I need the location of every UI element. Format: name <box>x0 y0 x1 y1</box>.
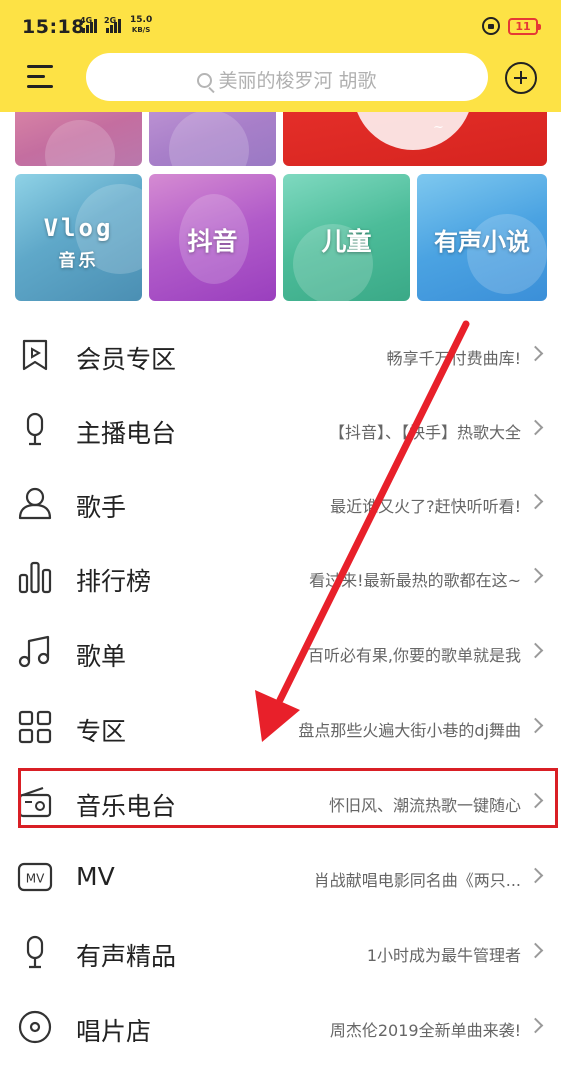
annotation-arrow-icon <box>255 320 470 742</box>
